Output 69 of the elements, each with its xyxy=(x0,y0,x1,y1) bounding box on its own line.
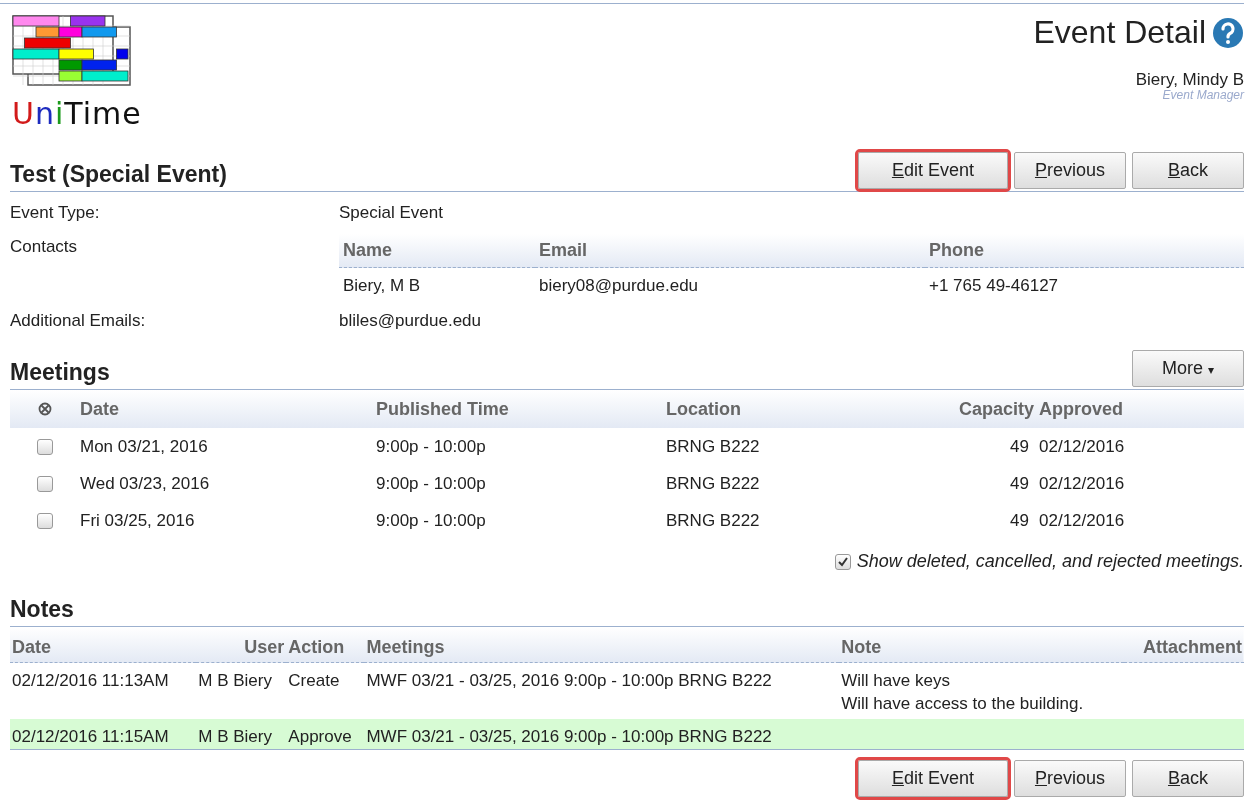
table-cell: Create xyxy=(286,662,365,719)
table-cell: Approve xyxy=(286,719,365,750)
table-cell-text: Fri 03/25, 2016 xyxy=(80,510,196,531)
column-header: Note xyxy=(839,627,1125,663)
column-header: Name xyxy=(339,234,535,268)
table-cell-text: 9:00p - 10:00p xyxy=(376,436,487,457)
table-cell-text: 49 xyxy=(1009,510,1030,531)
column-header: Location xyxy=(666,398,742,420)
field-label: Event Type: xyxy=(10,202,101,224)
note-text: Will have keys xyxy=(841,670,951,692)
checkbox[interactable] xyxy=(37,475,53,492)
column-header: Date xyxy=(80,398,120,420)
action-button[interactable]: Previous xyxy=(1013,760,1126,797)
table-cell: 02/12/2016 11:15AM xyxy=(10,719,197,750)
column-header: Capacity xyxy=(959,398,1036,420)
action-button[interactable]: Edit Event xyxy=(857,152,1008,189)
field-label: Additional Emails: xyxy=(10,310,147,332)
logo-text: UniTime xyxy=(12,97,142,131)
column-header: Attachment xyxy=(1124,627,1244,663)
action-button[interactable]: Previous xyxy=(1013,152,1126,189)
table-cell-text: 9:00p - 10:00p xyxy=(376,510,487,531)
table-cell-text: BRNG B222 xyxy=(666,473,761,494)
column-header: Approved xyxy=(1039,398,1124,420)
checkbox[interactable] xyxy=(37,438,53,455)
table-cell: M B Biery xyxy=(196,719,287,750)
column-header: Date xyxy=(10,627,197,663)
field-label: Contacts xyxy=(10,236,79,258)
table-cell-text: BRNG B222 xyxy=(666,436,761,457)
table-cell-text: BRNG B222 xyxy=(666,510,761,531)
table-cell-text: 02/12/2016 xyxy=(1039,510,1126,531)
column-header: Phone xyxy=(925,234,1244,268)
field-value: bliles@purdue.edu xyxy=(339,310,482,332)
table-cell-text: Mon 03/21, 2016 xyxy=(80,436,209,457)
column-header: Email xyxy=(535,234,925,268)
select-all-icon[interactable] xyxy=(38,402,52,416)
note-text: Will have access to the building. xyxy=(841,693,1085,715)
logo-icon xyxy=(12,15,132,87)
table-cell: +1 765 49-46127 xyxy=(925,267,1244,304)
table-cell: Biery, M B xyxy=(339,267,535,304)
table-cell-text: 49 xyxy=(1009,473,1030,494)
table-cell: MWF 03/21 - 03/25, 2016 9:00p - 10:00p BRNG B222 xyxy=(364,719,840,750)
checkbox-label[interactable]: Show deleted, cancelled, and rejected meetings. xyxy=(856,551,1244,572)
action-button[interactable]: Back xyxy=(1132,760,1244,797)
section-title: Notes xyxy=(10,595,74,624)
section-title: Meetings xyxy=(10,358,110,387)
checkbox[interactable] xyxy=(37,512,53,529)
table-cell: M B Biery xyxy=(196,662,287,719)
table-cell: biery08@purdue.edu xyxy=(535,267,925,304)
column-header: Action xyxy=(286,627,365,663)
table-cell: MWF 03/21 - 03/25, 2016 9:00p - 10:00p BRNG B222 xyxy=(364,662,840,719)
table-cell-text: 02/12/2016 xyxy=(1039,436,1126,457)
table-cell: 02/12/2016 11:13AM xyxy=(10,662,197,719)
field-value: Special Event xyxy=(339,202,443,224)
table-cell-text: 9:00p - 10:00p xyxy=(376,473,487,494)
user-role: Event Manager xyxy=(1162,89,1244,101)
checkbox[interactable] xyxy=(834,553,851,570)
table-cell-text: Wed 03/23, 2016 xyxy=(80,473,211,494)
action-button[interactable]: Edit Event xyxy=(857,760,1008,797)
event-title: Test (Special Event) xyxy=(10,160,227,189)
column-header: Published Time xyxy=(376,398,510,420)
more-button[interactable]: More ▾ xyxy=(1132,350,1244,387)
column-header: Meetings xyxy=(364,627,840,663)
page-title: Event Detail xyxy=(1033,14,1206,51)
user-name: Biery, Mindy B xyxy=(1135,71,1244,89)
column-header: User xyxy=(196,627,287,663)
help-icon[interactable] xyxy=(1212,16,1244,49)
table-cell-text: 49 xyxy=(1009,436,1030,457)
action-button[interactable]: Back xyxy=(1132,152,1244,189)
table-cell-text: 02/12/2016 xyxy=(1039,473,1126,494)
